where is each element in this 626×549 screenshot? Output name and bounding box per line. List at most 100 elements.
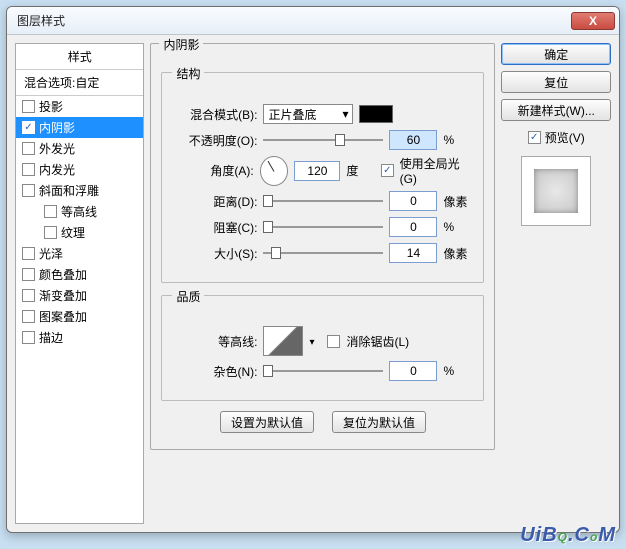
- size-input[interactable]: 14: [389, 243, 437, 263]
- style-item-5[interactable]: 等高线: [16, 201, 143, 222]
- distance-input[interactable]: 0: [389, 191, 437, 211]
- style-label: 投影: [39, 98, 63, 115]
- style-label: 内发光: [39, 161, 75, 178]
- style-item-11[interactable]: 描边: [16, 327, 143, 348]
- contour-row: 等高线: ▾ 消除锯齿(L): [172, 326, 473, 356]
- styles-list: 投影 ✓ 内阴影外发光内发光斜面和浮雕等高线纹理光泽颜色叠加渐变叠加图案叠加描边: [16, 96, 143, 348]
- watermark: UiBQ.CoM: [520, 524, 616, 547]
- size-label: 大小(S):: [172, 245, 257, 262]
- reset-default-button[interactable]: 复位为默认值: [332, 411, 426, 433]
- noise-label: 杂色(N):: [172, 363, 257, 380]
- opacity-row: 不透明度(O): 60 %: [172, 129, 473, 151]
- inner-shadow-panel: 内阴影 结构 混合模式(B): 正片叠底 ▾ 不透明度(O):: [150, 43, 495, 450]
- style-item-10[interactable]: 图案叠加: [16, 306, 143, 327]
- preview-checkbox[interactable]: [528, 131, 541, 144]
- style-item-8[interactable]: 颜色叠加: [16, 264, 143, 285]
- style-label: 光泽: [39, 245, 63, 262]
- style-checkbox[interactable]: [22, 310, 35, 323]
- px-unit-1: 像素: [443, 193, 473, 210]
- angle-dial[interactable]: [260, 156, 289, 186]
- choke-input[interactable]: 0: [389, 217, 437, 237]
- style-checkbox[interactable]: [22, 289, 35, 302]
- style-checkbox[interactable]: [22, 100, 35, 113]
- shadow-color-swatch[interactable]: [359, 105, 393, 123]
- styles-column: 样式 混合选项:自定 投影 ✓ 内阴影外发光内发光斜面和浮雕等高线纹理光泽颜色叠加渐…: [15, 43, 144, 524]
- style-label: 渐变叠加: [39, 287, 87, 304]
- contour-label: 等高线:: [172, 333, 257, 350]
- new-style-button[interactable]: 新建样式(W)...: [501, 99, 611, 121]
- px-unit-2: 像素: [443, 245, 473, 262]
- style-item-9[interactable]: 渐变叠加: [16, 285, 143, 306]
- style-checkbox[interactable]: [44, 205, 57, 218]
- angle-row: 角度(A): 120 度 使用全局光(G): [172, 155, 473, 186]
- reset-button[interactable]: 复位: [501, 71, 611, 93]
- style-label: 斜面和浮雕: [39, 182, 99, 199]
- choke-label: 阻塞(C):: [172, 219, 257, 236]
- antialias-checkbox[interactable]: [327, 335, 340, 348]
- style-checkbox[interactable]: [22, 331, 35, 344]
- style-item-7[interactable]: 光泽: [16, 243, 143, 264]
- choke-row: 阻塞(C): 0 %: [172, 216, 473, 238]
- noise-input[interactable]: 0: [389, 361, 437, 381]
- style-item-2[interactable]: 外发光: [16, 138, 143, 159]
- degree-unit: 度: [346, 162, 375, 179]
- panel-title: 内阴影: [159, 36, 203, 53]
- distance-row: 距离(D): 0 像素: [172, 190, 473, 212]
- preview-toggle[interactable]: 预览(V): [501, 129, 611, 146]
- style-label: 纹理: [61, 224, 85, 241]
- blend-mode-combo[interactable]: 正片叠底 ▾: [263, 104, 353, 124]
- style-checkbox[interactable]: [22, 163, 35, 176]
- global-light-checkbox[interactable]: [381, 164, 394, 177]
- ok-button[interactable]: 确定: [501, 43, 611, 65]
- style-label: 内阴影: [39, 119, 75, 136]
- style-item-6[interactable]: 纹理: [16, 222, 143, 243]
- preview-box: [521, 156, 591, 226]
- style-checkbox[interactable]: ✓: [22, 121, 35, 134]
- window-title: 图层样式: [17, 12, 65, 29]
- noise-slider[interactable]: [263, 362, 383, 380]
- settings-column: 内阴影 结构 混合模式(B): 正片叠底 ▾ 不透明度(O):: [150, 43, 495, 524]
- style-checkbox[interactable]: [22, 142, 35, 155]
- blend-mode-value: 正片叠底: [268, 106, 316, 123]
- style-item-0[interactable]: 投影: [16, 96, 143, 117]
- structure-title: 结构: [172, 65, 204, 82]
- distance-slider[interactable]: [263, 192, 383, 210]
- distance-label: 距离(D):: [172, 193, 257, 210]
- styles-header[interactable]: 样式: [16, 44, 143, 70]
- titlebar[interactable]: 图层样式 X: [7, 7, 619, 35]
- opacity-label: 不透明度(O):: [172, 132, 257, 149]
- percent-unit-2: %: [443, 220, 473, 234]
- quality-title: 品质: [172, 288, 204, 305]
- style-label: 描边: [39, 329, 63, 346]
- angle-input[interactable]: 120: [294, 161, 340, 181]
- style-item-1[interactable]: ✓ 内阴影: [16, 117, 143, 138]
- make-default-button[interactable]: 设置为默认值: [220, 411, 314, 433]
- antialias-label: 消除锯齿(L): [346, 333, 409, 350]
- angle-label: 角度(A):: [172, 162, 253, 179]
- layer-style-dialog: 图层样式 X 样式 混合选项:自定 投影 ✓ 内阴影外发光内发光斜面和浮雕等高线纹理…: [6, 6, 620, 533]
- opacity-slider[interactable]: [263, 131, 383, 149]
- noise-row: 杂色(N): 0 %: [172, 360, 473, 382]
- size-slider[interactable]: [263, 244, 383, 262]
- defaults-row: 设置为默认值 复位为默认值: [161, 411, 484, 433]
- dialog-body: 样式 混合选项:自定 投影 ✓ 内阴影外发光内发光斜面和浮雕等高线纹理光泽颜色叠加渐…: [7, 35, 619, 532]
- blend-options-item[interactable]: 混合选项:自定: [16, 70, 143, 96]
- close-button[interactable]: X: [571, 12, 615, 30]
- preview-label: 预览(V): [545, 129, 585, 146]
- percent-unit: %: [443, 133, 473, 147]
- actions-column: 确定 复位 新建样式(W)... 预览(V): [501, 43, 611, 524]
- chevron-down-icon: ▾: [309, 337, 314, 348]
- style-checkbox[interactable]: [22, 268, 35, 281]
- choke-slider[interactable]: [263, 218, 383, 236]
- style-checkbox[interactable]: [44, 226, 57, 239]
- style-label: 图案叠加: [39, 308, 87, 325]
- style-checkbox[interactable]: [22, 184, 35, 197]
- style-item-4[interactable]: 斜面和浮雕: [16, 180, 143, 201]
- contour-picker[interactable]: ▾: [263, 326, 303, 356]
- blend-mode-label: 混合模式(B):: [172, 106, 257, 123]
- global-light-label: 使用全局光(G): [400, 155, 474, 186]
- style-item-3[interactable]: 内发光: [16, 159, 143, 180]
- chevron-down-icon: ▾: [342, 107, 348, 121]
- style-checkbox[interactable]: [22, 247, 35, 260]
- opacity-input[interactable]: 60: [389, 130, 437, 150]
